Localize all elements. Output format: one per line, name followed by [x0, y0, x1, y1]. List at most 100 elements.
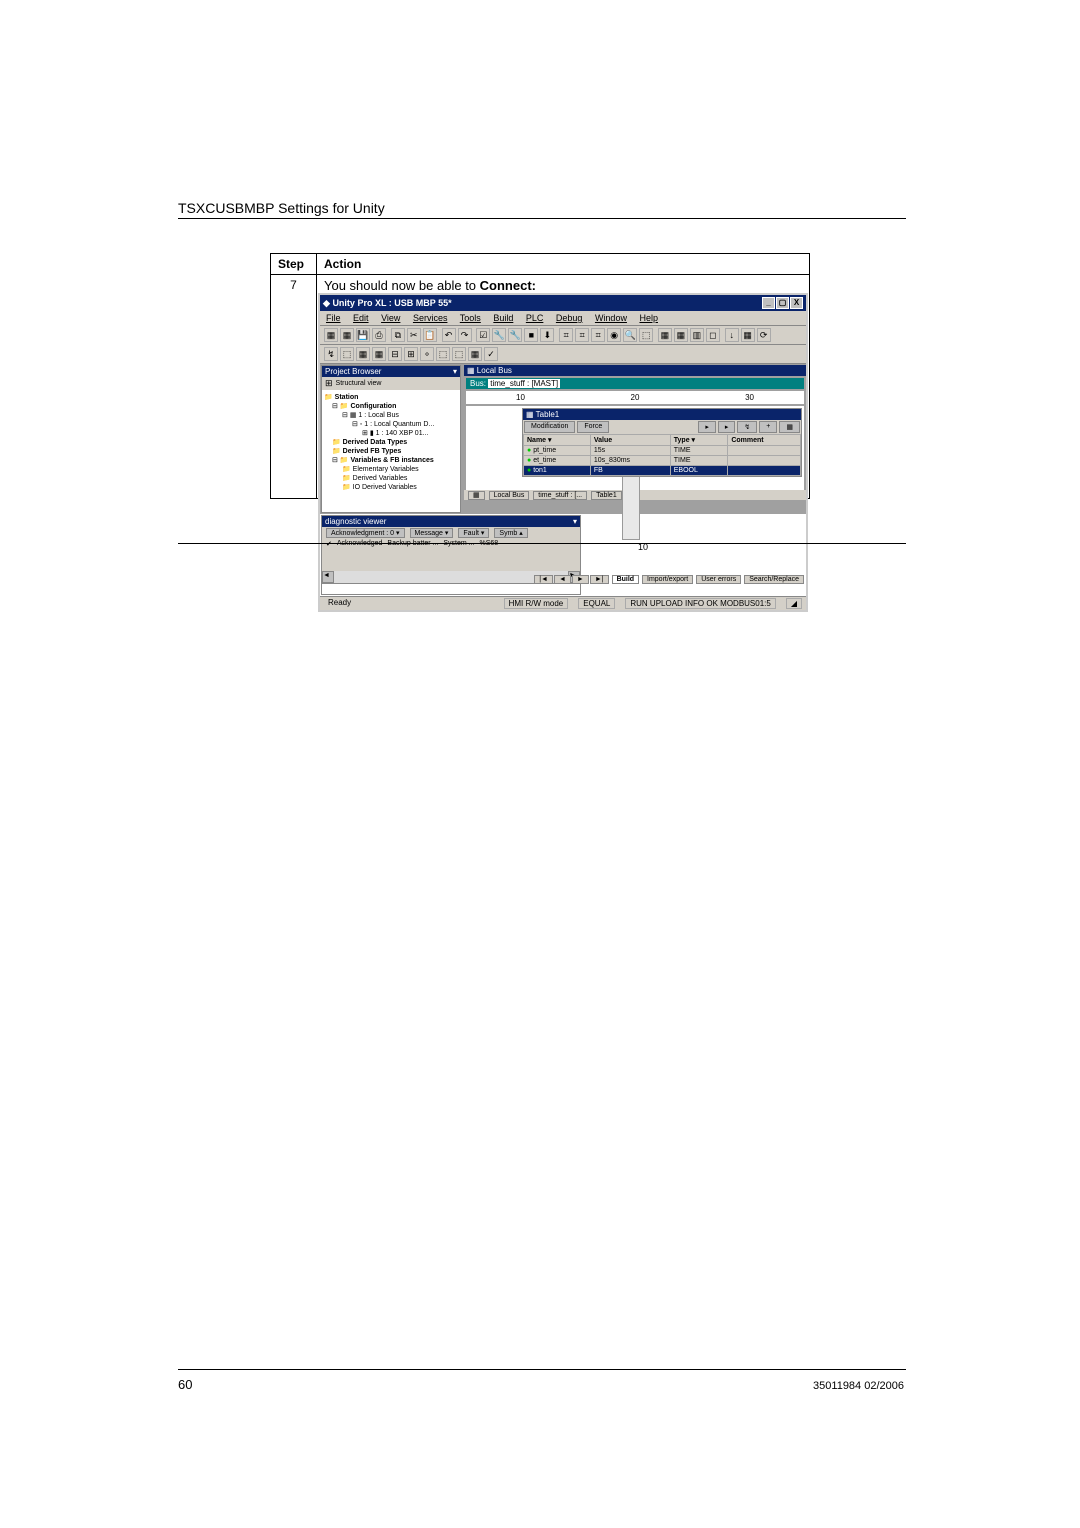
var-row[interactable]: ● pt_time15sTIME [524, 446, 801, 456]
tree-node-localbus[interactable]: 1 : Local Bus [358, 412, 398, 419]
variable-grid[interactable]: Name ▾ Value Type ▾ Comment ● pt_time15s… [523, 434, 801, 476]
toolbar-1[interactable]: ▦▦💾⎙ ⧉✂📋 ↶↷ ☑🔧🔧■⬇ ⌗⌗⌗◉🔍⬚ ▦▦▥◻ ↓▦⟳ [320, 326, 806, 345]
tree-node-config[interactable]: Configuration [350, 403, 396, 410]
collapse-icon[interactable]: ▾ [573, 517, 577, 526]
tool-icon[interactable]: ▦ [674, 328, 688, 342]
diag-input[interactable] [322, 583, 580, 594]
resize-grip-icon[interactable]: ◢ [786, 598, 802, 609]
col-value[interactable]: Value [590, 435, 670, 446]
diag-tab-fault[interactable]: Fault ▾ [458, 528, 489, 538]
force-button[interactable]: Force [577, 421, 609, 433]
diag-tab-symb[interactable]: Symb ▴ [494, 528, 527, 538]
close-button[interactable]: X [790, 297, 803, 309]
tree-node-station[interactable]: Station [335, 394, 359, 401]
menu-view[interactable]: View [381, 313, 400, 323]
tree-node-quantum[interactable]: 1 : Local Quantum D... [364, 421, 434, 428]
tool-redo-icon[interactable]: ↷ [458, 328, 472, 342]
tool-undo-icon[interactable]: ↶ [442, 328, 456, 342]
minimize-button[interactable]: _ [762, 297, 775, 309]
tool-find-icon[interactable]: 🔍 [623, 328, 637, 342]
tool-save-icon[interactable]: 💾 [356, 328, 370, 342]
tool-stop-icon[interactable]: ■ [524, 328, 538, 342]
menu-window[interactable]: Window [595, 313, 627, 323]
tool-icon[interactable]: ▦ [340, 328, 354, 342]
scroll-left-icon[interactable]: ◄ [322, 571, 334, 583]
tree-node-elem[interactable]: Elementary Variables [353, 466, 419, 473]
var-row[interactable]: ● et_time10s_830msTIME [524, 456, 801, 466]
nav-next-icon[interactable]: ► [572, 575, 589, 584]
tool-icon[interactable]: ▦ [324, 328, 338, 342]
tool-icon[interactable]: ⌗ [559, 328, 573, 342]
menu-edit[interactable]: Edit [353, 313, 369, 323]
tree-node-deriv[interactable]: Derived Variables [353, 475, 408, 482]
output-tab-search[interactable]: Search/Replace [744, 575, 804, 584]
mdi-tab-localbus[interactable]: Local Bus [489, 491, 530, 500]
tree-node-vars[interactable]: Variables & FB instances [350, 457, 433, 464]
tool-icon[interactable]: ⟳ [757, 328, 771, 342]
dropdown-icon[interactable]: ▾ [548, 437, 552, 444]
tree-node-dfb[interactable]: Derived FB Types [343, 448, 402, 455]
project-tree[interactable]: 📁 Station ⊟ 📁 Configuration ⊟ ▦ 1 : Loca… [322, 390, 460, 512]
toolbar-2[interactable]: ↯⬚▦▦⊟⊞⚬⬚⬚▦✓ [320, 345, 806, 364]
tree-node-ddt[interactable]: Derived Data Types [343, 439, 407, 446]
tool-icon[interactable]: ⊞ [404, 347, 418, 361]
tool-icon[interactable]: ⬚ [639, 328, 653, 342]
tool-icon[interactable]: ▸ [718, 421, 736, 433]
diag-tab-msg[interactable]: Message ▾ [410, 528, 454, 538]
tool-icon[interactable]: ✓ [484, 347, 498, 361]
tool-icon[interactable]: ↯ [324, 347, 338, 361]
col-name[interactable]: Name ▾ [524, 435, 591, 446]
tool-icon[interactable]: ⚬ [420, 347, 434, 361]
modification-button[interactable]: Modification [524, 421, 575, 433]
table1-window[interactable]: ▦ Table1 Modification Force ▸▸ ↯+▦ Name … [522, 408, 802, 477]
tool-icon[interactable]: ▦ [356, 347, 370, 361]
tool-icon[interactable]: ⌗ [591, 328, 605, 342]
col-type[interactable]: Type ▾ [670, 435, 728, 446]
tool-icon[interactable]: ☑ [476, 328, 490, 342]
output-tab-build[interactable]: Build [612, 575, 640, 584]
menu-services[interactable]: Services [413, 313, 448, 323]
tool-icon[interactable]: ◉ [607, 328, 621, 342]
tool-icon[interactable]: 🔧 [508, 328, 522, 342]
nav-last-icon[interactable]: ►| [590, 575, 609, 584]
output-tab-errors[interactable]: User errors [696, 575, 741, 584]
maximize-button[interactable]: ▢ [776, 297, 789, 309]
tool-icon[interactable]: ⬚ [436, 347, 450, 361]
diag-entry[interactable]: ✔ Acknowledged Backup batter ... System … [322, 539, 580, 549]
menu-bar[interactable]: File Edit View Services Tools Build PLC … [320, 311, 806, 326]
collapse-icon[interactable]: ▾ [453, 367, 457, 376]
menu-build[interactable]: Build [493, 313, 513, 323]
mdi-tab-timestuff[interactable]: time_stuff : [... [533, 491, 587, 500]
tree-view-icon[interactable]: ⊞ [325, 378, 333, 389]
tool-download-icon[interactable]: ⬇ [540, 328, 554, 342]
tool-icon[interactable]: ⬚ [340, 347, 354, 361]
menu-debug[interactable]: Debug [556, 313, 583, 323]
dropdown-icon[interactable]: ▾ [692, 437, 696, 444]
tool-icon[interactable]: ▸ [698, 421, 716, 433]
tool-icon[interactable]: ▦ [779, 421, 800, 433]
tool-icon[interactable]: ⌗ [575, 328, 589, 342]
tree-node-xbp[interactable]: 1 : 140 XBP 01... [376, 430, 429, 437]
tree-node-io[interactable]: IO Derived Variables [353, 484, 417, 491]
bus-name-field[interactable]: time_stuff : [MAST] [488, 379, 560, 388]
menu-tools[interactable]: Tools [460, 313, 481, 323]
diag-tab-ack[interactable]: Acknowledgment : 0 ▾ [326, 528, 405, 538]
tool-icon[interactable]: ▦ [372, 347, 386, 361]
tool-icon[interactable]: ▦ [468, 347, 482, 361]
menu-help[interactable]: Help [639, 313, 658, 323]
window-buttons[interactable]: _▢X [761, 297, 803, 309]
nav-first-icon[interactable]: |◄ [534, 575, 553, 584]
tool-icon[interactable]: ▦ [658, 328, 672, 342]
output-tabs[interactable]: |◄◄►►| Build Import/export User errors S… [533, 576, 804, 583]
menu-file[interactable]: File [326, 313, 341, 323]
tool-icon[interactable]: ▦ [741, 328, 755, 342]
tool-icon[interactable]: 🔧 [492, 328, 506, 342]
tool-paste-icon[interactable]: 📋 [423, 328, 437, 342]
mdi-tab-table1[interactable]: Table1 [591, 491, 622, 500]
var-row-selected[interactable]: ● ton1FBEBOOL [524, 466, 801, 476]
tool-print-icon[interactable]: ⎙ [372, 328, 386, 342]
tool-icon[interactable]: + [759, 421, 777, 433]
tool-icon[interactable]: ↓ [725, 328, 739, 342]
tool-cut-icon[interactable]: ✂ [407, 328, 421, 342]
tool-icon[interactable]: ◻ [706, 328, 720, 342]
